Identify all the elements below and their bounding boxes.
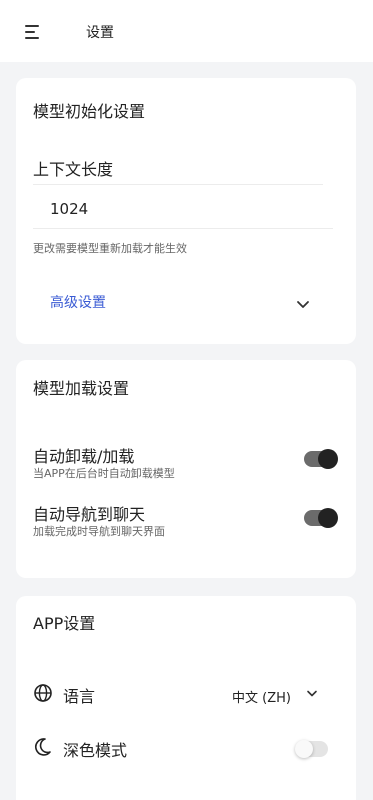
switch-knob — [295, 740, 313, 758]
model-load-card: 模型加载设置 自动卸载/加载 当APP在后台时自动卸载模型 自动导航到聊天 加载… — [16, 360, 356, 578]
context-length-input[interactable]: 1024 — [50, 200, 330, 218]
auto-nav-switch[interactable] — [304, 508, 338, 528]
switch-knob — [318, 508, 338, 528]
globe-icon — [34, 684, 52, 702]
language-label: 语言 — [63, 687, 96, 706]
moon-icon — [35, 738, 51, 756]
model-load-title: 模型加载设置 — [33, 379, 130, 398]
auto-nav-label: 自动导航到聊天 — [33, 505, 146, 524]
page-title: 设置 — [86, 25, 114, 41]
auto-unload-desc: 当APP在后台时自动卸载模型 — [33, 467, 175, 480]
app-settings-card: APP设置 语言 中文 (ZH) 深色模式 — [16, 596, 356, 800]
input-underline — [33, 228, 333, 229]
app-settings-title: APP设置 — [33, 614, 96, 633]
switch-knob — [318, 449, 338, 469]
auto-unload-switch[interactable] — [304, 449, 338, 469]
context-length-label: 上下文长度 — [33, 160, 114, 179]
chevron-down-icon[interactable] — [296, 300, 310, 310]
language-select[interactable]: 中文 (ZH) — [232, 687, 291, 706]
chevron-down-icon[interactable] — [306, 690, 318, 698]
auto-unload-label: 自动卸载/加载 — [33, 447, 135, 466]
dark-mode-switch[interactable] — [295, 740, 328, 758]
label-divider — [33, 184, 323, 185]
model-init-card: 模型初始化设置 上下文长度 1024 更改需要模型重新加载才能生效 高级设置 — [16, 78, 356, 344]
model-init-title: 模型初始化设置 — [33, 102, 146, 121]
advanced-settings-toggle[interactable]: 高级设置 — [50, 292, 106, 312]
top-app-bar: 设置 — [0, 0, 373, 62]
menu-icon[interactable] — [25, 25, 43, 39]
dark-mode-label: 深色模式 — [63, 741, 128, 760]
auto-nav-desc: 加载完成时导航到聊天界面 — [33, 525, 165, 538]
context-length-hint: 更改需要模型重新加载才能生效 — [33, 242, 187, 255]
